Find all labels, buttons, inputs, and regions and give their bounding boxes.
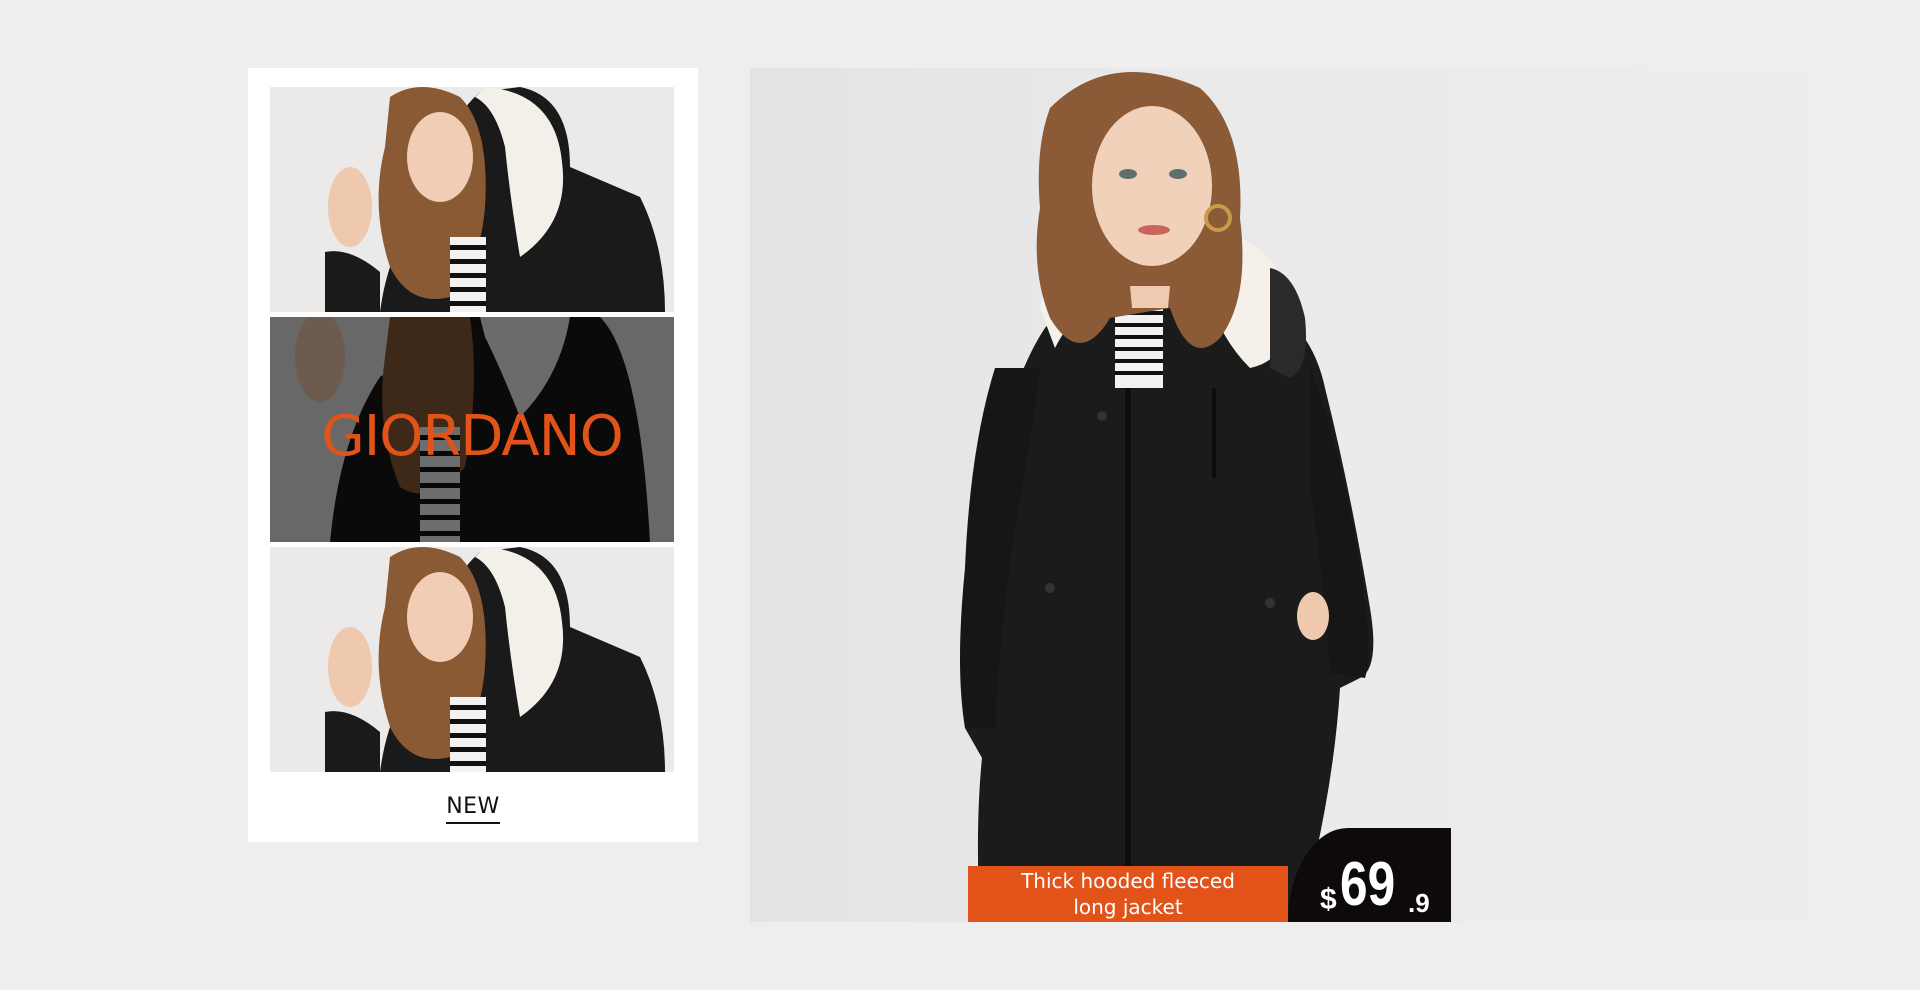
product-card[interactable]: GIORDANO NEW <box>248 68 698 842</box>
price-currency: $ <box>1320 883 1337 916</box>
price-cents: .9 <box>1408 888 1430 918</box>
new-label-text: NEW <box>446 794 500 824</box>
new-label[interactable]: NEW <box>248 794 698 824</box>
model-photo <box>750 68 1920 922</box>
hero-image[interactable] <box>750 68 1920 922</box>
product-name-line-1: Thick hooded fleeced <box>1021 869 1235 893</box>
product-name-banner[interactable]: Thick hooded fleeced long jacket <box>968 866 1288 922</box>
price-main: 69 <box>1340 850 1396 919</box>
brand-thumbnail[interactable]: GIORDANO <box>270 317 674 542</box>
thumbnail-image-3[interactable] <box>270 547 674 772</box>
page: GIORDANO NEW Thick hooded fleeced long j… <box>0 0 1920 990</box>
thumbnail-image-1[interactable] <box>270 87 674 312</box>
brand-logo-text: GIORDANO <box>321 404 623 469</box>
model-photo <box>270 87 674 312</box>
product-name-line-2: long jacket <box>1073 895 1183 919</box>
model-photo <box>270 547 674 772</box>
